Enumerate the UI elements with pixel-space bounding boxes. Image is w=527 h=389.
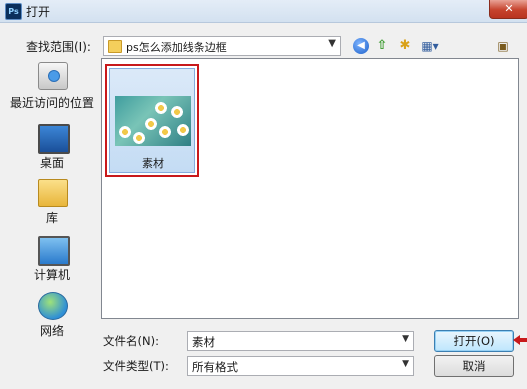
- up-folder-icon[interactable]: ⇧: [373, 37, 391, 55]
- file-item-selection-outline[interactable]: 素材: [105, 64, 199, 177]
- place-label: 桌面: [39, 156, 64, 170]
- place-label: 最近访问的位置: [9, 96, 94, 110]
- file-item[interactable]: 素材: [109, 68, 195, 173]
- desktop-shortcut-icon[interactable]: ▣: [494, 37, 512, 55]
- daisy-flower: [171, 106, 183, 118]
- filetype-label: 文件类型(T):: [103, 359, 169, 373]
- library-icon: [38, 179, 68, 207]
- title-bar: Ps 打开 ✕: [0, 0, 527, 23]
- filetype-dropdown[interactable]: 所有格式 ▼: [187, 356, 414, 376]
- open-button[interactable]: 打开(O): [434, 330, 514, 352]
- daisy-flower: [155, 102, 167, 114]
- chevron-down-icon[interactable]: ▼: [402, 334, 409, 344]
- pointer-arrow-icon: [513, 335, 527, 345]
- filename-label: 文件名(N):: [103, 334, 159, 348]
- close-button[interactable]: ✕: [489, 0, 527, 19]
- places-sidebar: 最近访问的位置 桌面 库 计算机 网络: [8, 58, 96, 378]
- daisy-flower: [145, 118, 157, 130]
- look-in-dropdown[interactable]: ps怎么添加线条边框 ▼: [103, 36, 341, 56]
- file-name: 素材: [142, 157, 164, 170]
- filename-field[interactable]: 素材 ▼: [187, 331, 414, 351]
- cancel-button[interactable]: 取消: [434, 355, 514, 377]
- back-icon[interactable]: ◀: [353, 38, 369, 54]
- look-in-value: ps怎么添加线条边框: [126, 41, 227, 54]
- image-thumbnail: [115, 96, 191, 146]
- folder-icon: [108, 40, 122, 53]
- window-title: 打开: [26, 5, 51, 19]
- chevron-down-icon: ▼: [328, 38, 336, 49]
- daisy-flower: [133, 132, 145, 144]
- place-label: 计算机: [33, 268, 70, 282]
- chevron-down-icon: ▼: [402, 359, 409, 369]
- desktop-icon: [38, 124, 70, 154]
- computer-icon: [38, 236, 70, 266]
- network-icon: [38, 292, 68, 320]
- filetype-value: 所有格式: [192, 360, 238, 374]
- daisy-flower: [177, 124, 189, 136]
- place-label: 网络: [39, 324, 64, 338]
- daisy-flower: [119, 126, 131, 138]
- filename-value: 素材: [192, 335, 215, 349]
- file-list[interactable]: 素材: [101, 58, 519, 319]
- look-in-label: 查找范围(I):: [26, 40, 91, 54]
- daisy-flower: [159, 126, 171, 138]
- place-label: 库: [45, 211, 58, 225]
- photoshop-icon: Ps: [5, 3, 22, 20]
- new-folder-icon[interactable]: ✱: [396, 37, 414, 55]
- view-menu-icon[interactable]: ▦▾: [418, 37, 442, 55]
- recent-places-icon: [38, 62, 68, 90]
